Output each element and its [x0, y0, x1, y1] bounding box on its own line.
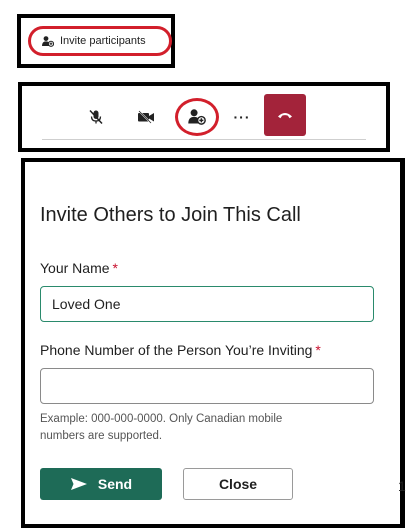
invite-highlight-ring [175, 98, 219, 136]
page-number: 1 [398, 478, 406, 494]
more-icon: ··· [233, 109, 251, 125]
name-input[interactable] [40, 286, 374, 322]
add-person-icon [188, 109, 206, 125]
name-label-text: Your Name [40, 260, 110, 276]
phone-hint-text: Example: 000-000-0000. Only Canadian mob… [40, 413, 283, 442]
name-field-label: Your Name * [40, 260, 118, 276]
phone-number-input[interactable] [40, 368, 374, 404]
close-button[interactable]: Close [183, 468, 293, 500]
dialog-title: Invite Others to Join This Call [40, 204, 301, 226]
hang-up-icon [278, 113, 292, 119]
call-control-bar: ··· [18, 82, 390, 152]
add-person-icon [42, 35, 54, 47]
phone-field-label: Phone Number of the Person You’re Inviti… [40, 342, 321, 358]
camera-off-icon [138, 110, 154, 124]
end-call-button[interactable] [264, 94, 306, 136]
invite-dialog: Invite Others to Join This Call Your Nam… [21, 158, 405, 528]
send-button-label: Send [97, 476, 133, 492]
send-icon [70, 478, 87, 490]
required-mark: * [315, 342, 321, 358]
send-button[interactable]: Send [40, 468, 162, 500]
phone-label-text: Phone Number of the Person You’re Inviti… [40, 342, 313, 358]
microphone-off-icon [89, 109, 103, 125]
required-mark: * [112, 260, 118, 276]
invite-participants-tooltip: Invite participants [28, 26, 172, 56]
toolbar-divider [42, 139, 366, 140]
tooltip-label: Invite participants [60, 35, 146, 47]
tooltip-panel: Invite participants [17, 14, 175, 68]
